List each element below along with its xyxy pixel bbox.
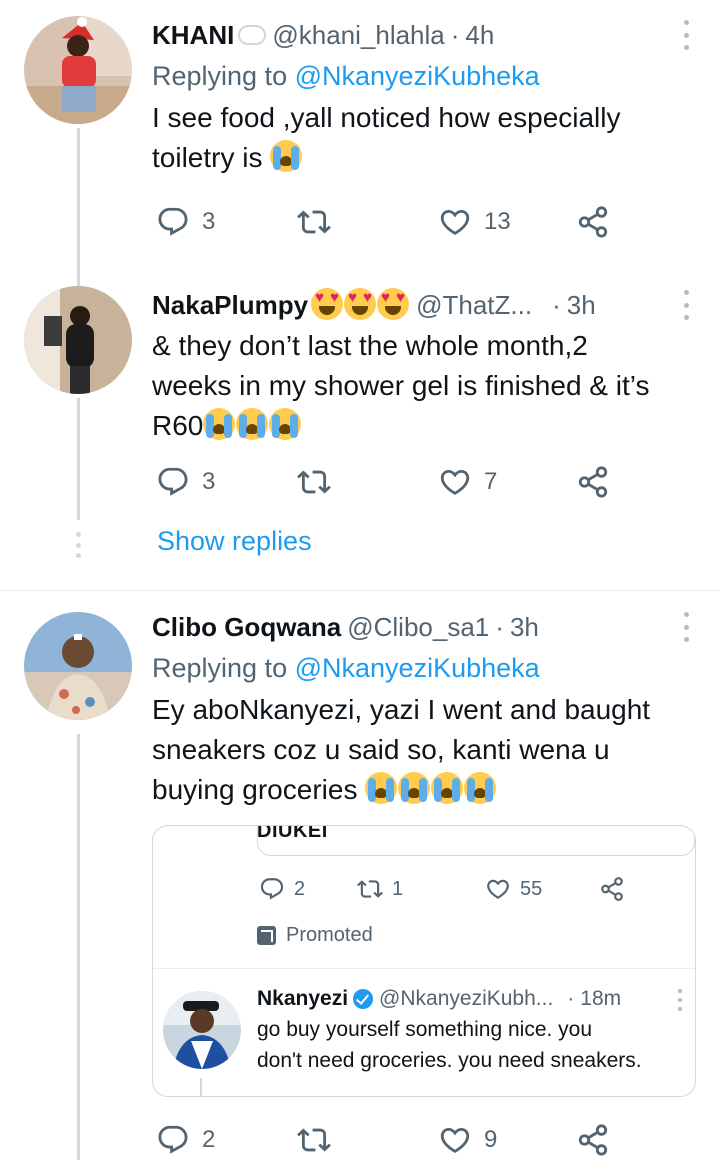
share-button[interactable] bbox=[576, 202, 610, 242]
tweet-text: Ey aboNkanyezi, yazi I went and baught s… bbox=[152, 694, 651, 805]
author-handle[interactable]: @ThatZ... bbox=[416, 290, 532, 321]
thread-line bbox=[77, 128, 80, 290]
like-button[interactable]: 13 bbox=[438, 202, 511, 242]
avatar-nakaplumpy[interactable] bbox=[24, 286, 132, 394]
mention-link[interactable]: @NkanyeziKubheka bbox=[295, 653, 540, 683]
tweet-text: I see food ,yall noticed how especially … bbox=[152, 102, 621, 173]
like-button[interactable]: 9 bbox=[438, 1120, 497, 1160]
author-name[interactable]: KHANI bbox=[152, 20, 234, 51]
replying-to: Replying to @NkanyeziKubheka bbox=[152, 61, 540, 91]
quoted-actions: 2 1 55 bbox=[257, 874, 637, 904]
avatar-clibo[interactable] bbox=[24, 612, 132, 720]
embedded-screenshot[interactable]: DIUKEI 2 1 55 Promoted Nkanyezi @Nkanyez… bbox=[152, 825, 696, 1097]
heart-eyes-icon bbox=[311, 288, 410, 322]
author-handle[interactable]: @Clibo_sa1 bbox=[347, 612, 489, 643]
tweet-text: & they don’t last the whole month,2 week… bbox=[152, 330, 650, 441]
thread-line bbox=[77, 734, 80, 1160]
tweet-nakaplumpy[interactable]: NakaPlumpy @ThatZ... · 3h & they don’t l… bbox=[0, 280, 720, 520]
tweet-actions: 3 13 bbox=[152, 202, 622, 242]
thread-more-dots-icon bbox=[76, 532, 82, 558]
divider bbox=[0, 590, 720, 591]
reply-icon bbox=[156, 205, 190, 239]
author-name[interactable]: Nkanyezi bbox=[257, 987, 348, 1011]
reply-icon bbox=[156, 1123, 190, 1157]
more-icon[interactable] bbox=[673, 989, 687, 1011]
like-icon bbox=[438, 1123, 472, 1157]
crying-face-icon bbox=[270, 140, 303, 172]
author-name[interactable]: Clibo Goqwana bbox=[152, 612, 341, 643]
like-button[interactable]: 7 bbox=[438, 462, 497, 502]
promoted-arrow-icon bbox=[257, 926, 276, 945]
avatar-khani[interactable] bbox=[24, 16, 132, 124]
more-icon[interactable] bbox=[676, 612, 696, 642]
cropped-text: DIUKEI bbox=[257, 825, 328, 842]
reply-icon bbox=[259, 876, 285, 902]
timestamp[interactable]: 4h bbox=[465, 20, 494, 51]
thread-line bbox=[200, 1078, 202, 1096]
share-button[interactable] bbox=[576, 462, 610, 502]
retweet-button[interactable] bbox=[297, 202, 343, 242]
reply-button[interactable]: 2 bbox=[156, 1120, 215, 1160]
retweet-button[interactable]: 1 bbox=[357, 874, 403, 904]
divider bbox=[153, 968, 695, 969]
replying-to: Replying to @NkanyeziKubheka bbox=[152, 653, 540, 683]
share-icon bbox=[599, 876, 625, 902]
retweet-icon bbox=[357, 876, 383, 902]
avatar-nkanyezi[interactable] bbox=[163, 991, 241, 1069]
verified-badge-icon bbox=[353, 989, 374, 1009]
share-icon bbox=[576, 465, 610, 499]
reply-icon bbox=[156, 465, 190, 499]
like-icon bbox=[485, 876, 511, 902]
more-icon[interactable] bbox=[676, 290, 696, 320]
tweet-khani[interactable]: KHANI @khani_hlahla · 4h Replying to @Nk… bbox=[0, 0, 720, 290]
timestamp[interactable]: 18m bbox=[580, 987, 621, 1011]
more-icon[interactable] bbox=[676, 20, 696, 50]
like-icon bbox=[438, 465, 472, 499]
share-icon bbox=[576, 1123, 610, 1157]
reply-button[interactable]: 2 bbox=[259, 874, 305, 904]
crying-face-icon bbox=[203, 408, 302, 441]
like-icon bbox=[438, 205, 472, 239]
share-button[interactable] bbox=[576, 1120, 610, 1160]
retweet-button[interactable] bbox=[297, 1120, 343, 1160]
thread-line bbox=[77, 398, 80, 520]
reply-button[interactable]: 3 bbox=[156, 202, 215, 242]
author-handle[interactable]: @NkanyeziKubh... bbox=[379, 987, 553, 1011]
mention-link[interactable]: @NkanyeziKubheka bbox=[295, 61, 540, 91]
retweet-icon bbox=[297, 205, 331, 239]
timestamp[interactable]: 3h bbox=[510, 612, 539, 643]
retweet-icon bbox=[297, 1123, 331, 1157]
tweet-actions: 2 9 bbox=[152, 1120, 622, 1160]
promoted-label: Promoted bbox=[257, 924, 373, 947]
share-button[interactable] bbox=[599, 874, 625, 904]
share-icon bbox=[576, 205, 610, 239]
timestamp[interactable]: 3h bbox=[567, 290, 596, 321]
retweet-button[interactable] bbox=[297, 462, 343, 502]
author-handle[interactable]: @khani_hlahla bbox=[272, 20, 444, 51]
tweet-actions: 3 7 bbox=[152, 462, 622, 502]
crying-face-icon bbox=[365, 772, 497, 805]
show-replies-link[interactable]: Show replies bbox=[157, 526, 312, 557]
author-name[interactable]: NakaPlumpy bbox=[152, 290, 308, 321]
speech-balloon-icon bbox=[238, 25, 267, 45]
quoted-tweet-text: go buy yourself something nice. you don'… bbox=[257, 1018, 642, 1072]
retweet-icon bbox=[297, 465, 331, 499]
reply-button[interactable]: 3 bbox=[156, 462, 215, 502]
like-button[interactable]: 55 bbox=[485, 874, 542, 904]
